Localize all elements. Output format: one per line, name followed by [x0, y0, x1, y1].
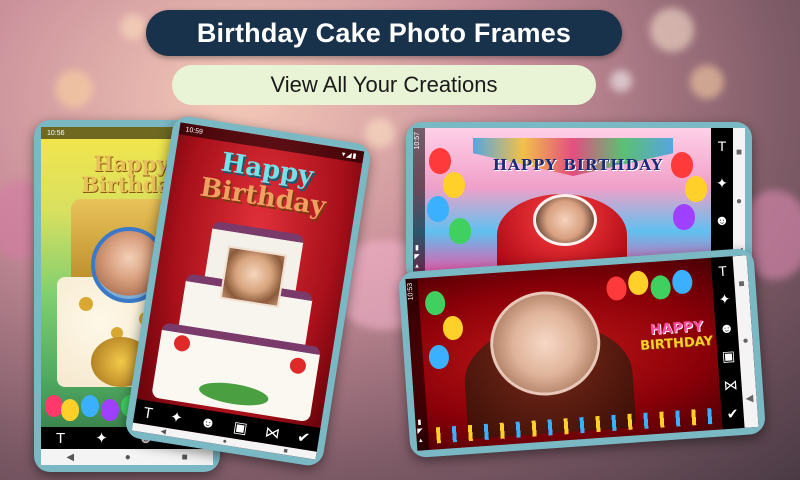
status-time: 10:59: [184, 125, 204, 136]
back-icon[interactable]: ◀: [745, 393, 753, 405]
frame-tool-icon[interactable]: ▣: [721, 347, 735, 365]
done-check-icon[interactable]: ✔: [296, 428, 311, 448]
status-bar: 10:57 ▾◢▮: [413, 128, 425, 276]
text-tool-icon[interactable]: T: [718, 138, 727, 154]
balloon: [649, 274, 672, 301]
balloon: [673, 204, 695, 230]
status-icons: ▾◢▮: [416, 417, 425, 445]
share-tool-icon[interactable]: ⋈: [264, 422, 282, 442]
text-tool-icon[interactable]: T: [718, 263, 728, 280]
home-icon[interactable]: ●: [736, 196, 742, 207]
recents-icon[interactable]: ■: [182, 452, 188, 463]
status-time: 10:53: [406, 282, 415, 301]
status-icons: ▾◢▮: [414, 243, 421, 270]
home-icon[interactable]: ●: [125, 452, 131, 463]
frame-tool-icon[interactable]: ▣: [232, 417, 249, 437]
effects-tool-icon[interactable]: ✦: [95, 429, 108, 447]
balloon: [45, 395, 63, 417]
balloon: [671, 269, 694, 295]
bokeh-light: [365, 118, 395, 148]
balloon: [627, 270, 650, 296]
balloon: [685, 176, 707, 202]
sticker-tool-icon[interactable]: ☻: [715, 212, 730, 228]
gold-dot: [79, 297, 93, 311]
share-tool-icon[interactable]: ⋈: [723, 376, 738, 394]
android-nav-bar: ◀ ● ■: [41, 449, 213, 465]
photo-frame-square[interactable]: [219, 245, 288, 309]
bokeh-light: [55, 70, 93, 108]
phone-2-screen: 10:59 ▾◢▮ Happy Birthday T ✦ ☻ ▣ ⋈ ✔ ◀ ●…: [131, 122, 365, 460]
bokeh-light: [690, 65, 724, 99]
balloon: [428, 344, 450, 370]
recents-icon[interactable]: ■: [738, 279, 745, 290]
text-tool-icon[interactable]: T: [56, 430, 65, 447]
balloon: [81, 395, 99, 417]
balloon: [443, 172, 465, 198]
recents-icon[interactable]: ■: [736, 147, 742, 158]
balloon: [671, 152, 693, 178]
balloon: [449, 218, 471, 244]
status-icons: ▾◢▮: [341, 151, 358, 161]
bokeh-light: [650, 8, 694, 52]
effects-tool-icon[interactable]: ✦: [716, 175, 728, 192]
balloon: [427, 196, 449, 222]
status-time: 10:57: [414, 132, 421, 150]
balloon: [429, 148, 451, 174]
sticker-tool-icon[interactable]: ☻: [719, 319, 735, 336]
home-icon[interactable]: ●: [742, 336, 749, 347]
phone-4-screen: 10:53 ▾◢▮ HAPPY BIRTHDAY T ✦ ☻ ▣ ⋈ ✔ ■ ●…: [405, 255, 759, 451]
back-icon[interactable]: ◀: [160, 427, 167, 436]
recents-icon[interactable]: ■: [283, 447, 288, 455]
text-tool-icon[interactable]: T: [142, 404, 154, 422]
balloon: [101, 399, 119, 421]
view-creations-button[interactable]: View All Your Creations: [172, 65, 596, 105]
done-check-icon[interactable]: ✔: [726, 405, 739, 423]
balloon: [605, 275, 628, 302]
bokeh-light: [610, 70, 632, 92]
effects-tool-icon[interactable]: ✦: [718, 291, 731, 309]
phone-4: 10:53 ▾◢▮ HAPPY BIRTHDAY T ✦ ☻ ▣ ⋈ ✔ ■ ●…: [397, 247, 767, 459]
balloon: [424, 290, 446, 316]
balloon: [61, 399, 79, 421]
page-title: Birthday Cake Photo Frames: [146, 10, 622, 56]
photo-frame-circle[interactable]: [533, 194, 597, 246]
status-time: 10:56: [47, 129, 65, 137]
sticker-tool-icon[interactable]: ☻: [199, 413, 217, 432]
home-icon[interactable]: ●: [222, 437, 227, 445]
balloon: [442, 315, 464, 341]
back-icon[interactable]: ◀: [66, 452, 74, 463]
bokeh-light: [120, 14, 146, 40]
banner-text: HAPPY BIRTHDAY: [492, 156, 664, 174]
effects-tool-icon[interactable]: ✦: [169, 407, 184, 427]
